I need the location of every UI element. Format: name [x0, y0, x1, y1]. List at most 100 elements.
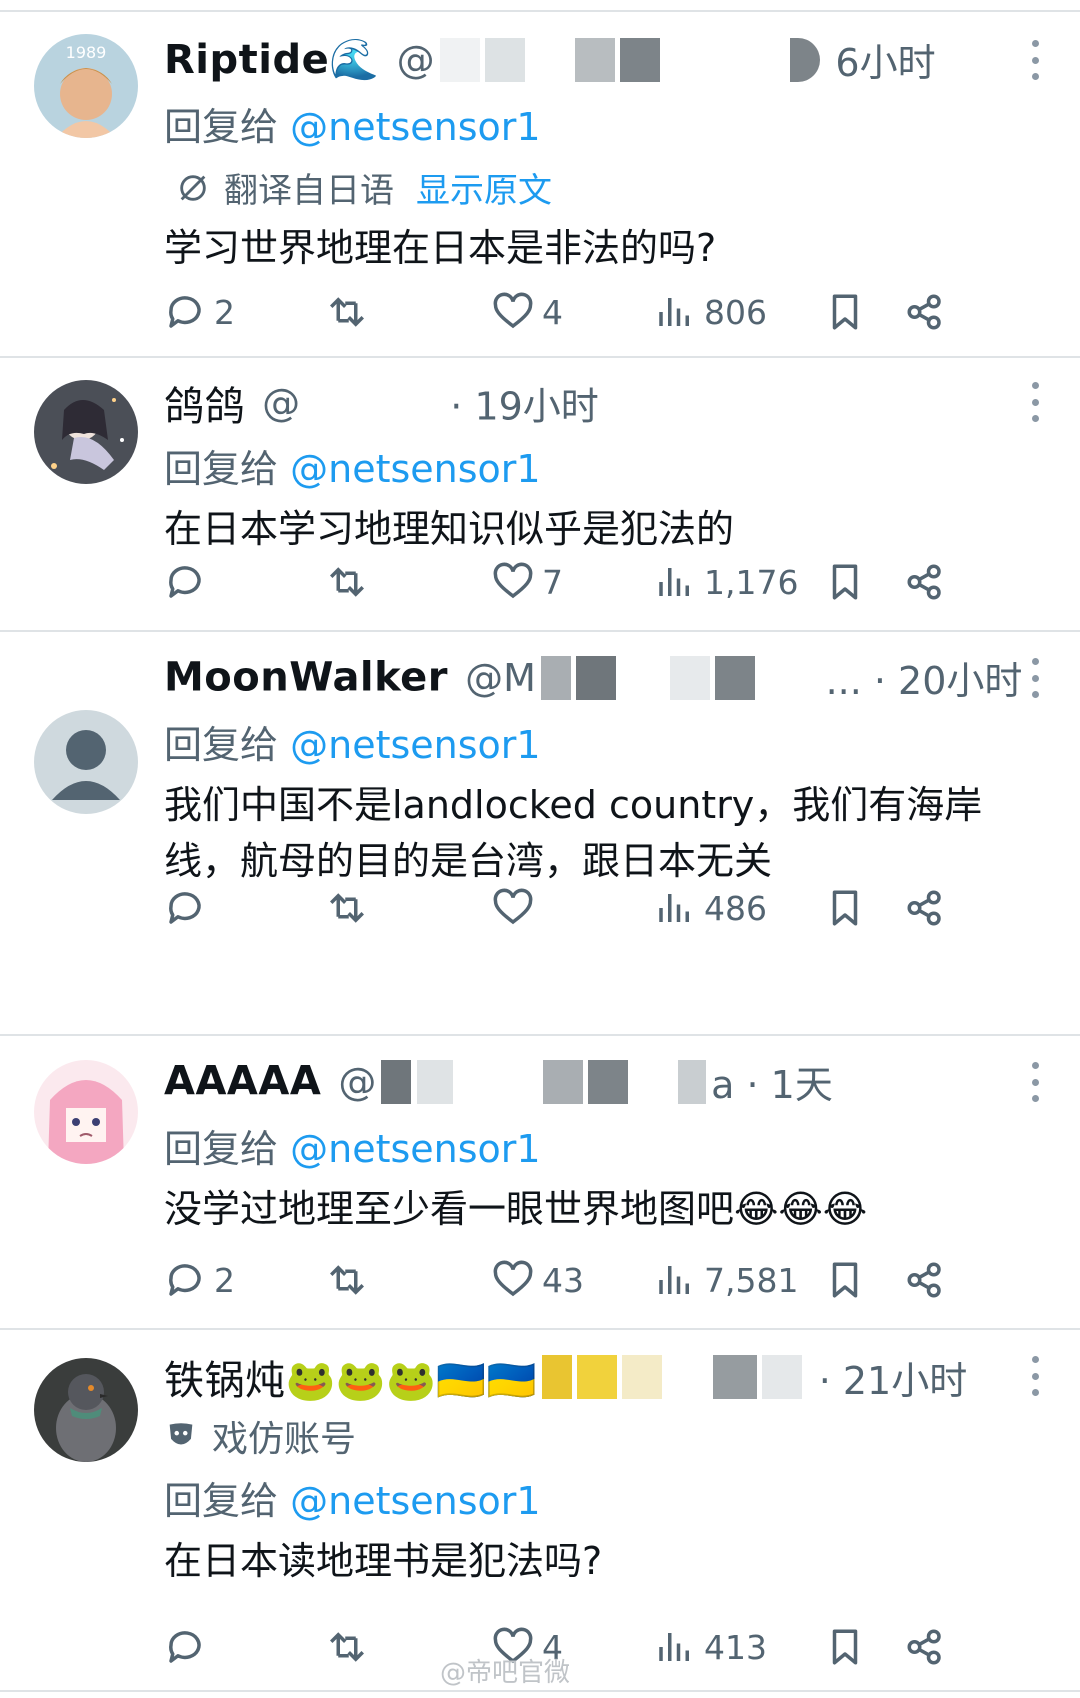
display-name[interactable]: MoonWalker	[164, 655, 448, 701]
retweet-button[interactable]	[326, 880, 368, 936]
like-count: 4	[542, 292, 563, 332]
mention-link[interactable]: @netsensor1	[290, 1479, 540, 1523]
retweet-button[interactable]	[326, 1252, 368, 1308]
display-name[interactable]: AAAAA	[164, 1059, 321, 1105]
tweet-1[interactable]: 1989 Riptide🌊 @ 6小时 回复给 @netsensor1 翻译自日…	[0, 12, 1080, 358]
avatar[interactable]	[34, 1060, 138, 1164]
reply-count: 2	[214, 292, 235, 332]
retweet-button[interactable]	[326, 1619, 368, 1675]
bookmark-button[interactable]	[824, 1619, 866, 1675]
more-options-icon[interactable]	[1030, 1356, 1040, 1396]
tweet-header: 铁锅炖🐸🐸🐸🇺🇦🇺🇦 · 21小时	[164, 1348, 1040, 1404]
mention-link[interactable]: @netsensor1	[290, 447, 540, 491]
redacted-handle	[678, 1059, 707, 1104]
mention-link[interactable]: @netsensor1	[290, 105, 540, 149]
heart-icon	[493, 292, 533, 329]
avatar[interactable]: 1989	[34, 34, 138, 138]
tweet-2[interactable]: 鸽鸽 @ · 19小时 回复给 @netsensor1 在日本学习地理知识似乎是…	[0, 358, 1080, 632]
avatar[interactable]	[34, 380, 138, 484]
more-options-icon[interactable]	[1030, 1062, 1040, 1102]
views-icon	[659, 298, 689, 326]
reply-prefix: 回复给	[164, 723, 279, 767]
retweet-icon	[330, 1265, 364, 1295]
retweet-button[interactable]	[326, 554, 368, 610]
parody-label: 戏仿账号	[212, 1419, 357, 1460]
more-options-icon[interactable]	[1030, 40, 1040, 80]
avatar[interactable]	[34, 1358, 138, 1462]
svg-text:1989: 1989	[66, 43, 107, 62]
redacted-handle	[416, 1059, 453, 1104]
timestamp[interactable]: ... · 20小时	[826, 659, 1023, 703]
share-icon	[907, 294, 941, 330]
mention-link[interactable]: @netsensor1	[290, 1127, 540, 1171]
redacted-handle	[622, 1355, 663, 1399]
retweet-button[interactable]	[326, 284, 368, 340]
tweet-header: 鸽鸽 @ · 19小时	[164, 374, 1040, 430]
bookmark-button[interactable]	[824, 554, 866, 610]
user-handle[interactable]: @	[338, 1060, 376, 1104]
like-button[interactable]: 7	[492, 554, 563, 610]
like-button[interactable]	[492, 880, 542, 936]
bookmark-button[interactable]	[824, 1252, 866, 1308]
reply-button[interactable]	[164, 554, 214, 610]
display-name[interactable]: 鸽鸽	[164, 384, 245, 430]
tweet-3[interactable]: MoonWalker @M ... · 20小时 回复给 @netsensor1…	[0, 632, 1080, 1036]
like-button[interactable]: 43	[492, 1252, 584, 1308]
views-button[interactable]: 7,581	[654, 1252, 798, 1308]
reply-prefix: 回复给	[164, 447, 279, 491]
bookmark-button[interactable]	[824, 284, 866, 340]
user-handle[interactable]: @M	[465, 656, 536, 700]
reply-context: 回复给 @netsensor1	[164, 1470, 1040, 1525]
heart-icon	[493, 888, 533, 925]
redacted-handle	[542, 1355, 573, 1399]
bookmark-icon	[832, 890, 858, 926]
reply-prefix: 回复给	[164, 1479, 279, 1523]
timestamp[interactable]: · 19小时	[450, 385, 599, 429]
timestamp[interactable]: 6小时	[835, 41, 935, 85]
more-options-icon[interactable]	[1030, 658, 1040, 698]
user-handle[interactable]: @	[262, 381, 300, 425]
bookmark-button[interactable]	[824, 880, 866, 936]
view-count: 1,176	[704, 562, 799, 602]
view-count: 806	[704, 292, 767, 332]
translation-bar: 翻译自日语 显示原文	[176, 163, 1040, 212]
display-name[interactable]: Riptide🌊	[164, 37, 380, 83]
reply-button[interactable]: 2	[164, 1252, 235, 1308]
redacted-handle	[761, 1355, 802, 1399]
share-button[interactable]	[904, 554, 946, 610]
mention-link[interactable]: @netsensor1	[290, 723, 540, 767]
retweet-icon	[330, 297, 364, 327]
user-handle[interactable]: @	[397, 38, 435, 82]
reply-button[interactable]	[164, 880, 214, 936]
timestamp[interactable]: a · 1天	[711, 1063, 833, 1107]
bookmark-icon	[832, 294, 858, 330]
share-button[interactable]	[904, 1252, 946, 1308]
redacted-handle	[577, 1355, 618, 1399]
views-button[interactable]: 486	[654, 880, 767, 936]
reply-icon	[169, 296, 201, 328]
translated-from-label: 翻译自日语	[224, 171, 394, 211]
reply-icon	[169, 1264, 201, 1296]
tweet-4[interactable]: AAAAA @ a · 1天 回复给 @netsensor1 没学过地理至少看一…	[0, 1036, 1080, 1330]
avatar[interactable]	[34, 710, 138, 814]
reply-button[interactable]: 2	[164, 284, 235, 340]
views-button[interactable]: 413	[654, 1619, 767, 1675]
timestamp[interactable]: · 21小时	[819, 1359, 968, 1403]
action-bar: 2 4 806	[164, 284, 1040, 340]
views-button[interactable]: 1,176	[654, 554, 798, 610]
display-name[interactable]: 铁锅炖🐸🐸🐸🇺🇦🇺🇦	[164, 1358, 537, 1404]
show-original-link[interactable]: 显示原文	[416, 163, 552, 212]
redacted-handle	[541, 655, 572, 700]
like-button[interactable]: 4	[492, 284, 563, 340]
reply-context: 回复给 @netsensor1	[164, 1118, 1040, 1173]
parody-badge: 戏仿账号	[164, 1410, 1040, 1462]
share-icon	[907, 564, 941, 600]
reply-context: 回复给 @netsensor1	[164, 714, 1040, 769]
tweet-5[interactable]: 铁锅炖🐸🐸🐸🇺🇦🇺🇦 · 21小时 戏仿账号 回复给 @netsensor1 在…	[0, 1330, 1080, 1692]
more-options-icon[interactable]	[1030, 382, 1040, 422]
share-button[interactable]	[904, 880, 946, 936]
redacted-handle	[760, 655, 821, 700]
views-button[interactable]: 806	[654, 284, 767, 340]
share-button[interactable]	[904, 1619, 946, 1675]
share-button[interactable]	[904, 284, 946, 340]
